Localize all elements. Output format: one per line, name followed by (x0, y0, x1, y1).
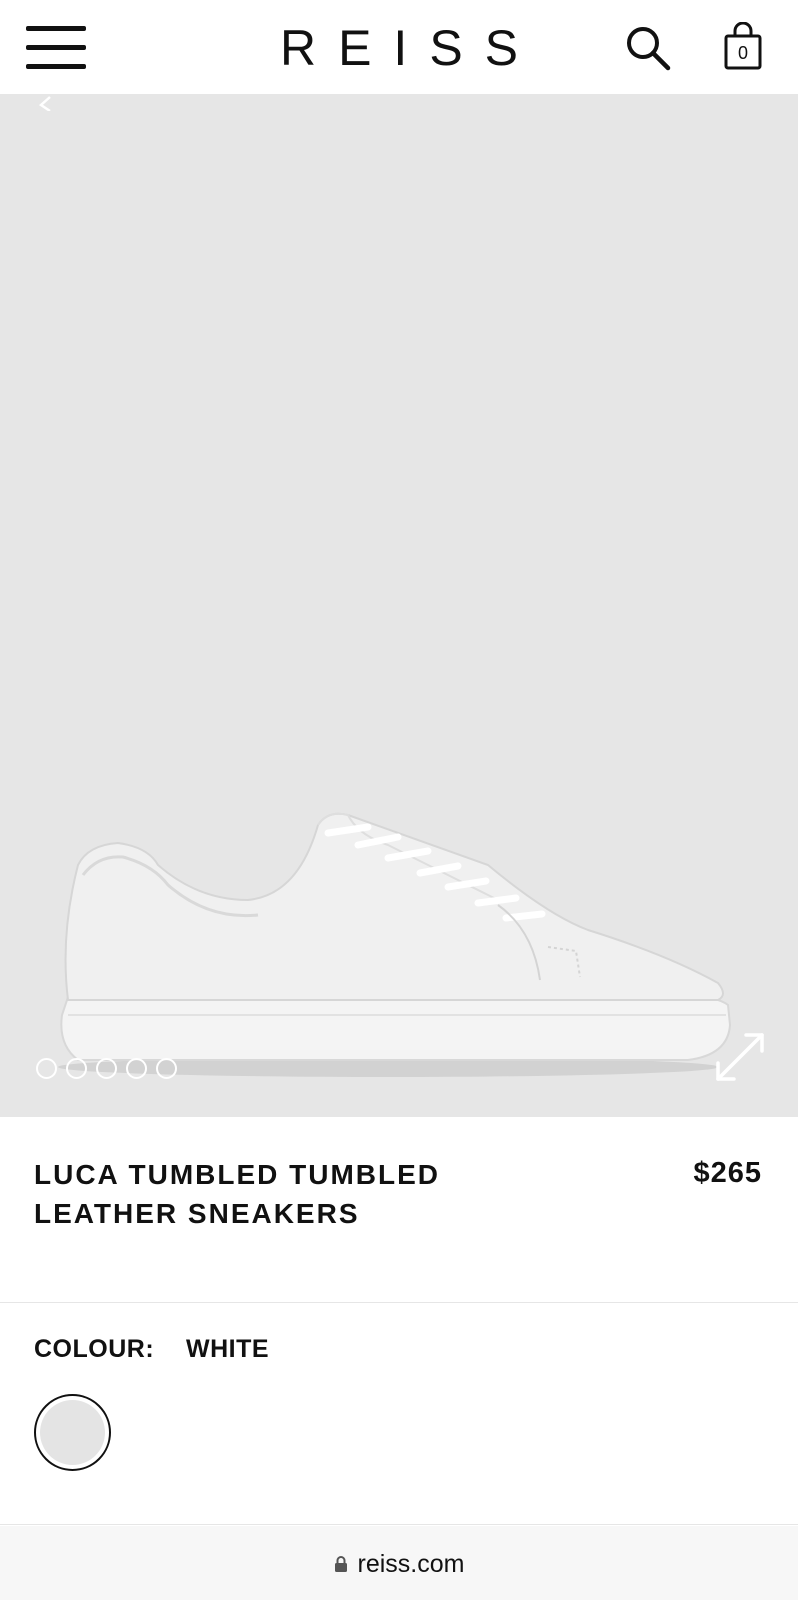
pagination-dot[interactable] (126, 1058, 147, 1079)
brand-logo[interactable]: REISS (0, 20, 798, 76)
product-title: LUCA TUMBLED TUMBLED LEATHER SNEAKERS (34, 1159, 441, 1229)
pagination-dot[interactable] (156, 1058, 177, 1079)
pagination-dot[interactable] (96, 1058, 117, 1079)
search-button[interactable] (624, 24, 674, 74)
shopping-bag-button[interactable]: 0 (722, 22, 764, 72)
chevron-left-icon[interactable] (36, 95, 58, 111)
product-image-gallery[interactable] (0, 95, 798, 1117)
lock-icon (334, 1556, 347, 1572)
selected-colour-value: WHITE (186, 1335, 270, 1363)
pagination-dot[interactable] (66, 1058, 87, 1079)
product-info: LUCA TUMBLED TUMBLED LEATHER SNEAKERS $2… (0, 1117, 798, 1303)
colour-label: COLOUR: (34, 1335, 155, 1363)
product-image (58, 812, 732, 1077)
expand-arrows-icon[interactable] (712, 1029, 768, 1085)
product-price: $265 (693, 1157, 762, 1189)
bag-count-badge: 0 (737, 43, 748, 63)
swatch-fill (40, 1400, 105, 1465)
browser-address-bar[interactable]: reiss.com (0, 1526, 798, 1600)
url-text: reiss.com (357, 1550, 465, 1578)
search-icon (627, 27, 671, 71)
colour-swatch-white[interactable] (34, 1394, 111, 1471)
address-bar-content: reiss.com (0, 1550, 798, 1579)
image-pagination-dots (36, 1058, 177, 1079)
site-header: REISS 0 (0, 0, 798, 95)
pagination-dot[interactable] (36, 1058, 57, 1079)
colour-selector: COLOUR: WHITE (0, 1303, 798, 1525)
